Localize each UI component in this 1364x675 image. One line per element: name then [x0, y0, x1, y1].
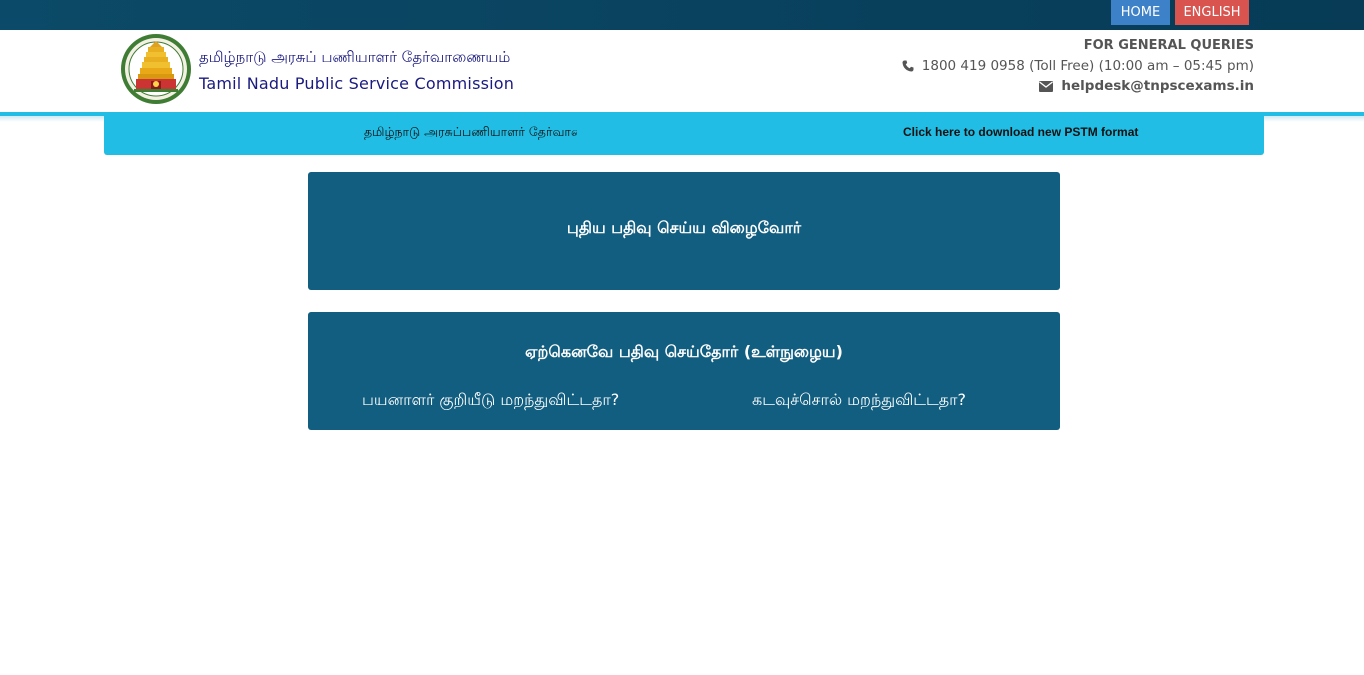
existing-user-login-link[interactable]: ஏற்கெனவே பதிவு செய்தோர் (உள்நுழைய) [308, 342, 1060, 363]
phone-icon [902, 58, 922, 74]
forgot-userid-link[interactable]: பயனாளர் குறியீடு மறந்துவிட்டதா? [362, 390, 619, 411]
top-bar: HOME ENGLISH [0, 0, 1364, 30]
english-button[interactable]: ENGLISH [1175, 0, 1249, 25]
new-registration-label[interactable]: புதிய பதிவு செய்ய விழைவோர் [308, 218, 1060, 239]
marquee-text-tamil: தமிழ்நாடு அரசுப்பணியாளர் தேர்வாணையம் [364, 124, 577, 139]
news-marquee: தமிழ்நாடு அரசுப்பணியாளர் தேர்வாணையம் Cli… [104, 115, 1264, 155]
contact-info: FOR GENERAL QUERIES 1800 419 0958 (Toll … [902, 36, 1254, 96]
header-title-english: Tamil Nadu Public Service Commission [199, 74, 515, 93]
new-registration-panel[interactable]: புதிய பதிவு செய்ய விழைவோர் [308, 172, 1060, 290]
email-line: helpdesk@tnpscexams.in [902, 76, 1254, 96]
general-queries-label: FOR GENERAL QUERIES [1083, 38, 1254, 53]
pstm-download-link[interactable]: Click here to download new PSTM format [903, 115, 1138, 155]
phone-number[interactable]: 1800 419 0958 (Toll Free) (10:00 am – 05… [922, 58, 1254, 74]
helpdesk-email[interactable]: helpdesk@tnpscexams.in [1061, 78, 1254, 94]
phone-line: 1800 419 0958 (Toll Free) (10:00 am – 05… [902, 56, 1254, 76]
envelope-icon [1039, 78, 1061, 94]
home-button[interactable]: HOME [1111, 0, 1170, 25]
header-title-tamil: தமிழ்நாடு அரசுப் பணியாளர் தேர்வாணையம் [199, 48, 511, 66]
tnpsc-emblem-logo[interactable] [120, 31, 192, 109]
forgot-password-link[interactable]: கடவுச்சொல் மறந்துவிட்டதா? [752, 390, 966, 411]
existing-user-panel: ஏற்கெனவே பதிவு செய்தோர் (உள்நுழைய) பயனாள… [308, 312, 1060, 430]
